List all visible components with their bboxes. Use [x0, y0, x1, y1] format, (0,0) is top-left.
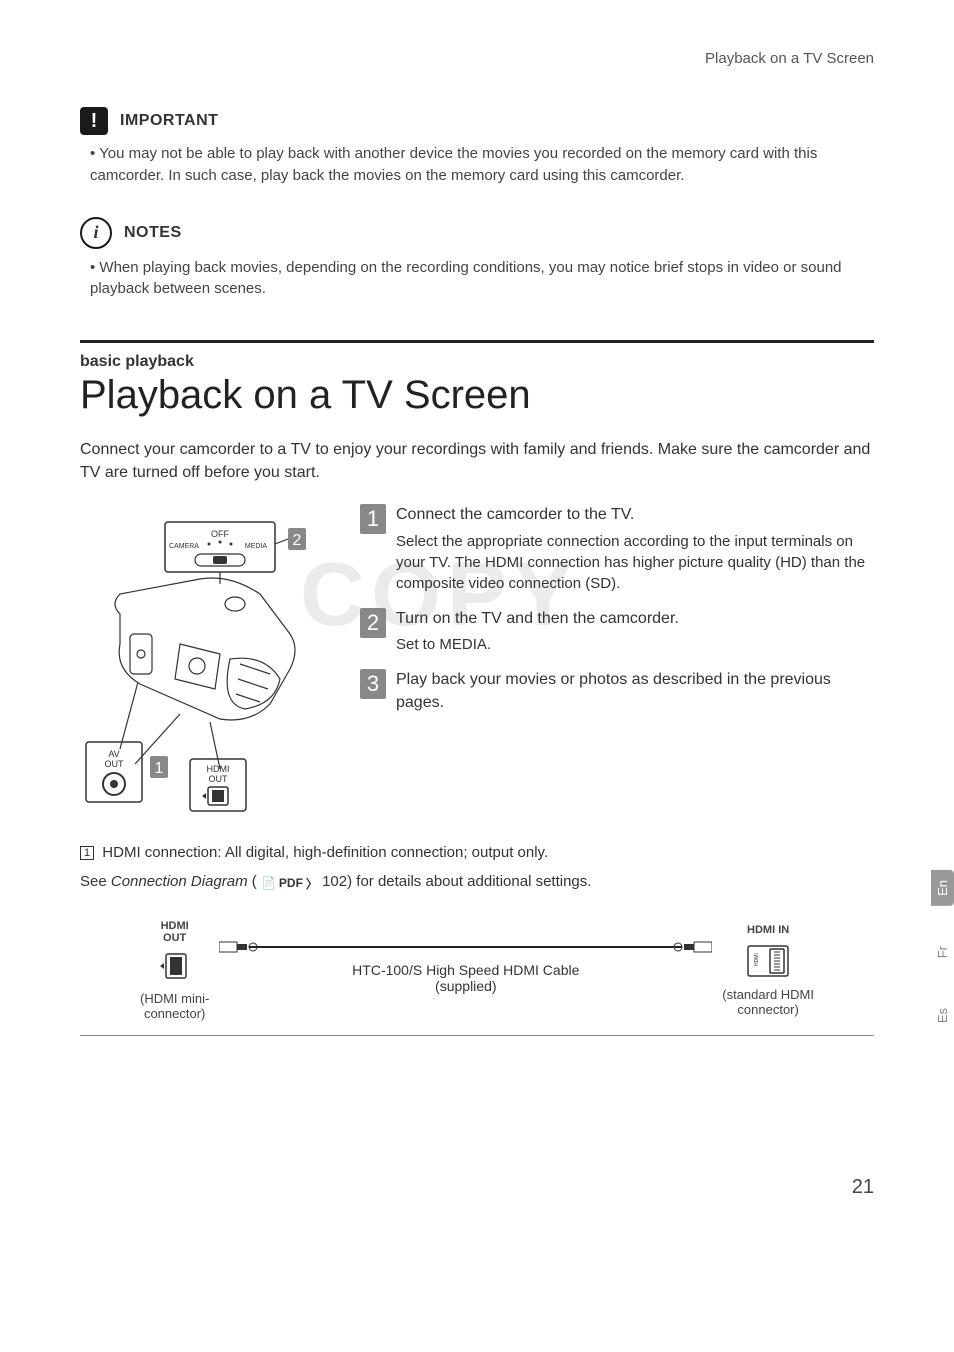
step-item: 2 Turn on the TV and then the camcorder.… [360, 608, 874, 655]
section-subtitle: basic playback [80, 353, 874, 371]
step-text: Set to MEDIA. [396, 634, 679, 655]
cable-plug-right-icon [672, 940, 712, 954]
connection-diagram: HDMI OUT (HDMI mini- connector) HTC-100/… [80, 910, 874, 1036]
step-body: Play back your movies or photos as descr… [396, 669, 874, 718]
svg-text:HDMI: HDMI [754, 953, 760, 966]
notes-text: When playing back movies, depending on t… [80, 257, 874, 301]
hdmi-in-connector: HDMI IN HDMI (standard HDMI connector) [722, 924, 814, 1017]
footnote-ref: 1 [80, 846, 94, 860]
step-title: Turn on the TV and then the camcorder. [396, 608, 679, 630]
step-title: Play back your movies or photos as descr… [396, 669, 874, 714]
cable-graphic: HTC-100/S High Speed HDMI Cable (supplie… [209, 946, 722, 994]
diagram-media-label: MEDIA [245, 543, 268, 550]
svg-text:HDMI: HDMI [207, 764, 230, 774]
hdmi-out-label: HDMI OUT [140, 920, 209, 944]
diagram-off-label: OFF [211, 529, 229, 539]
exclamation-icon: ! [80, 107, 108, 135]
step-item: 3 Play back your movies or photos as des… [360, 669, 874, 718]
see-reference: See Connection Diagram ( 📄PDF〉 102) for … [80, 873, 874, 892]
lang-tab-en[interactable]: En [931, 870, 954, 906]
step-body: Connect the camcorder to the TV. Select … [396, 504, 874, 593]
section-divider [80, 340, 874, 343]
running-header: Playback on a TV Screen [80, 50, 874, 67]
step-text: Select the appropriate connection accord… [396, 531, 874, 594]
step-number: 1 [360, 504, 386, 534]
step-title: Connect the camcorder to the TV. [396, 504, 874, 526]
lang-tab-es[interactable]: Es [931, 998, 954, 1033]
diagram-callout-2: 2 [293, 532, 302, 549]
svg-text:OUT: OUT [105, 759, 125, 769]
hdmi-standard-icon: HDMI [746, 944, 790, 978]
notes-label: NOTES [124, 224, 182, 242]
cable-supplied: (supplied) [209, 978, 722, 994]
step-number: 2 [360, 608, 386, 638]
important-text: You may not be able to play back with an… [80, 143, 874, 187]
hdmi-in-label: HDMI IN [722, 924, 814, 936]
step-item: 1 Connect the camcorder to the TV. Selec… [360, 504, 874, 593]
steps-list: COPY 1 Connect the camcorder to the TV. … [360, 504, 874, 814]
important-label: IMPORTANT [120, 112, 218, 130]
hdmi-standard-caption: (standard HDMI connector) [722, 987, 814, 1017]
camcorder-diagram: OFF CAMERA MEDIA 2 [80, 504, 340, 814]
hdmi-mini-caption: (HDMI mini- connector) [140, 991, 209, 1021]
step-number: 3 [360, 669, 386, 699]
hdmi-out-connector: HDMI OUT (HDMI mini- connector) [140, 920, 209, 1021]
cable-name: HTC-100/S High Speed HDMI Cable [209, 962, 722, 978]
diagram-camera-label: CAMERA [169, 543, 199, 550]
hdmi-mini-icon [158, 952, 192, 982]
info-icon: i [80, 217, 112, 249]
notes-callout: i NOTES [80, 217, 874, 249]
page-number: 21 [80, 1176, 874, 1199]
hdmi-footnote: 1 HDMI connection: All digital, high-def… [80, 844, 874, 861]
svg-text:AV: AV [108, 749, 119, 759]
section-intro: Connect your camcorder to a TV to enjoy … [80, 438, 874, 484]
footnote-text: HDMI connection: All digital, high-defin… [102, 844, 548, 861]
step-body: Turn on the TV and then the camcorder. S… [396, 608, 679, 655]
svg-text:OUT: OUT [209, 774, 229, 784]
lang-tab-fr[interactable]: Fr [931, 936, 954, 968]
important-callout: ! IMPORTANT [80, 107, 874, 135]
pdf-icon: 📄PDF〉 [261, 875, 318, 892]
section-title: Playback on a TV Screen [80, 373, 874, 418]
language-tabs: En Fr Es [931, 870, 954, 1033]
diagram-callout-1: 1 [155, 760, 164, 777]
